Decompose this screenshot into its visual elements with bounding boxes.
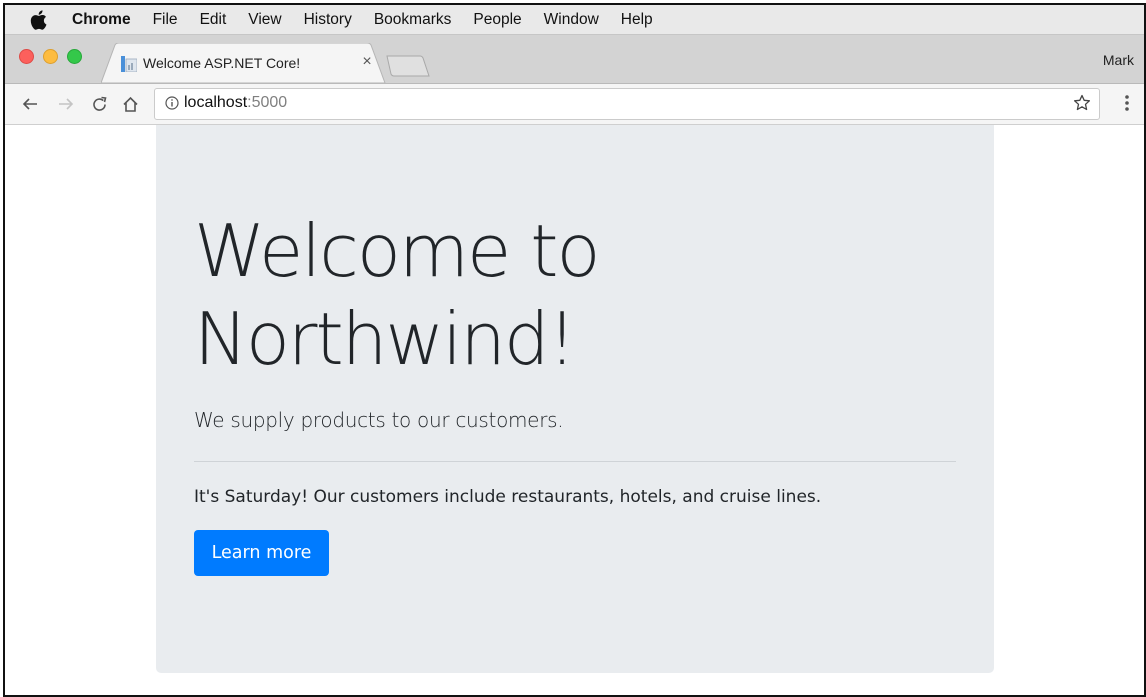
chrome-menu-icon[interactable] bbox=[1124, 94, 1130, 117]
minimize-window-button[interactable] bbox=[43, 49, 58, 64]
divider bbox=[194, 461, 956, 462]
close-tab-icon[interactable]: × bbox=[359, 53, 375, 71]
menu-window[interactable]: Window bbox=[544, 11, 599, 29]
favicon-icon bbox=[121, 56, 138, 77]
new-tab-button[interactable] bbox=[386, 55, 430, 82]
window-controls bbox=[19, 49, 82, 64]
forward-icon[interactable] bbox=[55, 93, 77, 115]
menu-history[interactable]: History bbox=[304, 11, 352, 29]
tab-active[interactable]: Welcome ASP.NET Core! × bbox=[101, 43, 387, 83]
heading-line-1: Welcome to bbox=[194, 209, 601, 293]
jumbotron: Welcome to Northwind! We supply products… bbox=[156, 125, 994, 673]
menu-people[interactable]: People bbox=[473, 11, 521, 29]
url-text: localhost:5000 bbox=[184, 94, 287, 112]
lead-text: We supply products to our customers. bbox=[194, 408, 564, 432]
menu-file[interactable]: File bbox=[153, 11, 178, 29]
close-window-button[interactable] bbox=[19, 49, 34, 64]
menu-help[interactable]: Help bbox=[621, 11, 653, 29]
home-icon[interactable] bbox=[119, 93, 141, 115]
info-icon[interactable] bbox=[165, 96, 179, 115]
menu-edit[interactable]: Edit bbox=[200, 11, 227, 29]
address-bar[interactable]: localhost:5000 bbox=[154, 88, 1100, 120]
reload-icon[interactable] bbox=[88, 93, 110, 115]
tab-strip: Welcome ASP.NET Core! × Mark bbox=[5, 35, 1144, 84]
apple-icon[interactable] bbox=[30, 9, 50, 30]
page-viewport: Welcome to Northwind! We supply products… bbox=[5, 125, 1144, 695]
profile-name[interactable]: Mark bbox=[1103, 52, 1134, 68]
browser-window: Chrome File Edit View History Bookmarks … bbox=[3, 3, 1146, 697]
learn-more-button[interactable]: Learn more bbox=[194, 530, 329, 576]
browser-toolbar: localhost:5000 bbox=[5, 84, 1144, 125]
zoom-window-button[interactable] bbox=[67, 49, 82, 64]
day-message: It's Saturday! Our customers include res… bbox=[194, 487, 822, 507]
url-host: localhost bbox=[184, 94, 248, 111]
back-icon[interactable] bbox=[19, 93, 41, 115]
tab-title: Welcome ASP.NET Core! bbox=[143, 55, 301, 71]
bookmark-star-icon[interactable] bbox=[1073, 94, 1091, 117]
menu-app-name[interactable]: Chrome bbox=[72, 11, 131, 29]
macos-menubar: Chrome File Edit View History Bookmarks … bbox=[5, 5, 1144, 35]
menu-bookmarks[interactable]: Bookmarks bbox=[374, 11, 452, 29]
heading-line-2: Northwind! bbox=[194, 297, 576, 381]
url-port: :5000 bbox=[247, 94, 288, 111]
menu-view[interactable]: View bbox=[248, 11, 281, 29]
page-heading: Welcome to Northwind! bbox=[194, 207, 954, 383]
